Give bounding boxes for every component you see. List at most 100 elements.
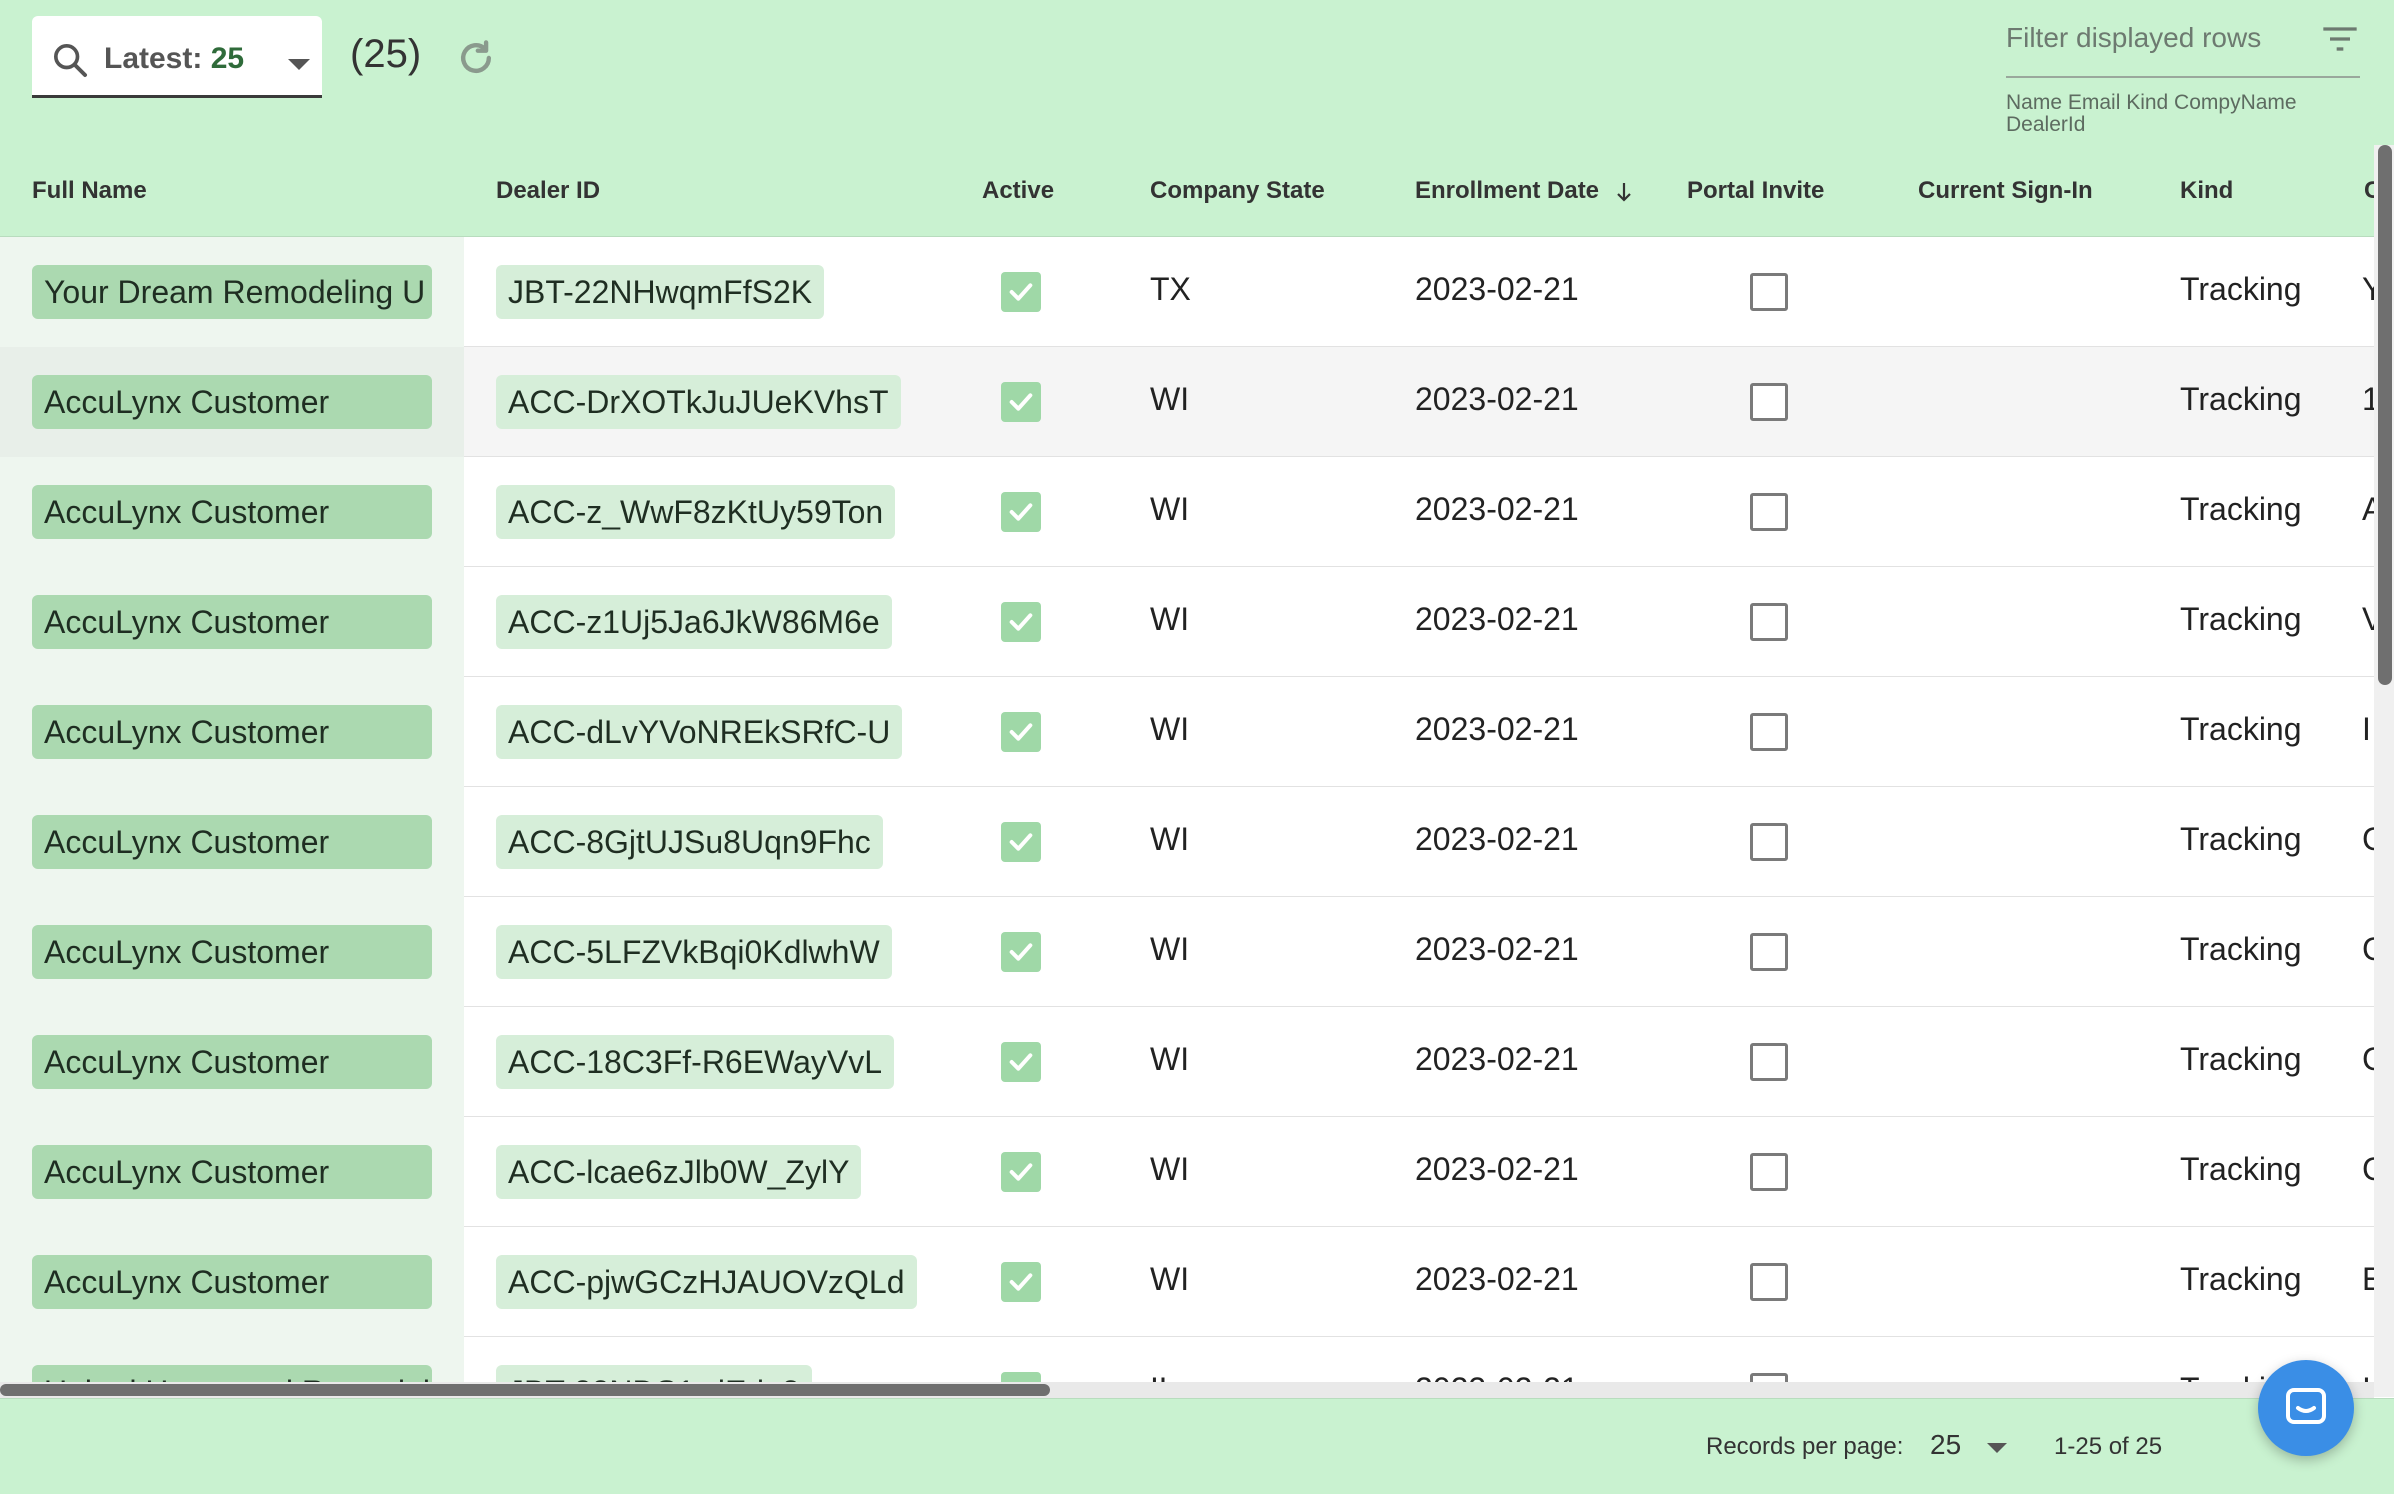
col-portal-invite[interactable]: Portal Invite [1687, 177, 1824, 205]
active-checkbox [1001, 932, 1041, 972]
col-current-sign-in[interactable]: Current Sign-In [1918, 177, 2093, 205]
portal-invite-checkbox[interactable] [1750, 603, 1788, 641]
chevron-down-icon[interactable] [288, 59, 310, 70]
arrow-down-icon[interactable] [1614, 180, 1634, 204]
portal-invite-checkbox[interactable] [1750, 273, 1788, 311]
table-row[interactable]: AccuLynx Customer ACC-z_WwF8zKtUy59Ton WI 2… [0, 457, 2374, 567]
records-per-page-select[interactable]: 25 [1930, 1429, 1961, 1461]
dealer-id-chip[interactable]: ACC-dLvYVoNREkSRfC-U [496, 705, 903, 759]
dealer-id-chip[interactable]: ACC-18C3Ff-R6EWayVvL [496, 1035, 895, 1089]
filter-icon[interactable] [2320, 24, 2360, 54]
portal-invite-checkbox[interactable] [1750, 713, 1788, 751]
dealer-id-chip[interactable]: ACC-8GjtUJSu8Uqn9Fhc [496, 815, 883, 869]
latest-query-select[interactable]: Latest: 25 [32, 16, 322, 98]
dealer-id-chip[interactable]: ACC-lcae6zJlb0W_ZylY [496, 1145, 862, 1199]
dealer-id-chip[interactable]: ACC-pjwGCzHJAUOVzQLd [496, 1255, 917, 1309]
table-body: Your Dream Remodeling U JBT-22NHwqmFfS2K T… [0, 237, 2374, 1387]
next-column-cell: C [2362, 1151, 2374, 1187]
kind-cell: Tracking [2180, 1041, 2302, 1077]
active-checkbox [1001, 602, 1041, 642]
portal-invite-checkbox[interactable] [1750, 933, 1788, 971]
enrollment-date-cell: 2023-02-21 [1415, 1041, 1579, 1077]
full-name-chip[interactable]: AccuLynx Customer [32, 375, 432, 429]
page-range: 1-25 of 25 [2054, 1433, 2163, 1460]
chat-launcher-button[interactable] [2258, 1360, 2354, 1456]
active-checkbox [1001, 822, 1041, 862]
table-row[interactable]: AccuLynx Customer ACC-8GjtUJSu8Uqn9Fhc WI 2… [0, 787, 2374, 897]
filter-hint: Name Email Kind CompyName DealerId [2006, 91, 2297, 136]
kind-cell: Tracking [2180, 601, 2302, 637]
kind-cell: Tracking [2180, 711, 2302, 747]
portal-invite-checkbox[interactable] [1750, 493, 1788, 531]
portal-invite-checkbox[interactable] [1750, 1153, 1788, 1191]
search-icon[interactable] [50, 40, 90, 80]
table-row[interactable]: AccuLynx Customer ACC-dLvYVoNREkSRfC-U WI 2… [0, 677, 2374, 787]
enrollment-date-cell: 2023-02-21 [1415, 491, 1579, 527]
dealer-id-chip[interactable]: ACC-z1Uj5Ja6JkW86M6e [496, 595, 892, 649]
full-name-chip[interactable]: AccuLynx Customer [32, 485, 432, 539]
vertical-scrollbar-thumb[interactable] [2378, 145, 2392, 685]
checkmark-icon [1009, 1053, 1033, 1071]
full-name-chip[interactable]: AccuLynx Customer [32, 1035, 432, 1089]
col-company-state[interactable]: Company State [1150, 177, 1325, 205]
portal-invite-checkbox[interactable] [1750, 1263, 1788, 1301]
latest-prefix: Latest: [104, 42, 203, 75]
active-checkbox [1001, 272, 1041, 312]
table-row[interactable]: AccuLynx Customer ACC-5LFZVkBqi0KdlwhW WI 2… [0, 897, 2374, 1007]
kind-cell: Tracking [2180, 821, 2302, 857]
dealer-id-chip[interactable]: ACC-z_WwF8zKtUy59Ton [496, 485, 896, 539]
checkmark-icon [1009, 283, 1033, 301]
table-row[interactable]: AccuLynx Customer ACC-z1Uj5Ja6JkW86M6e WI 2… [0, 567, 2374, 677]
refresh-icon[interactable] [454, 36, 498, 80]
portal-invite-checkbox[interactable] [1750, 823, 1788, 861]
record-count: (25) [350, 32, 422, 76]
portal-invite-checkbox[interactable] [1750, 1043, 1788, 1081]
enrollment-date-cell: 2023-02-21 [1415, 271, 1579, 307]
full-name-chip[interactable]: AccuLynx Customer [32, 815, 432, 869]
vertical-scrollbar[interactable] [2374, 145, 2394, 1397]
chat-icon [2286, 1388, 2326, 1424]
next-column-cell: A [2362, 491, 2374, 527]
horizontal-scrollbar-thumb[interactable] [0, 1384, 1050, 1396]
full-name-chip[interactable]: AccuLynx Customer [32, 1145, 432, 1199]
next-column-cell: C [2362, 1041, 2374, 1077]
table-row[interactable]: United Home and RemodelingJBT-22NDS1wjEd… [0, 1337, 2374, 1387]
kind-cell: Tracking [2180, 1151, 2302, 1187]
col-enrollment-date[interactable]: Enrollment Date [1415, 177, 1634, 205]
kind-cell: Tracking [2180, 271, 2302, 307]
full-name-chip[interactable]: AccuLynx Customer [32, 595, 432, 649]
active-checkbox [1001, 382, 1041, 422]
col-dealer-id[interactable]: Dealer ID [496, 177, 600, 205]
table-row[interactable]: AccuLynx Customer ACC-pjwGCzHJAUOVzQLd WI 2… [0, 1227, 2374, 1337]
col-active[interactable]: Active [982, 177, 1054, 205]
col-kind[interactable]: Kind [2180, 177, 2233, 205]
kind-cell: Tracking [2180, 381, 2302, 417]
col-enrollment-date-label: Enrollment Date [1415, 177, 1600, 204]
kind-cell: Tracking [2180, 491, 2302, 527]
table-row[interactable]: AccuLynx Customer ACC-DrXOTkJuJUeKVhsT WI 2… [0, 347, 2374, 457]
next-column-cell: I [2362, 711, 2371, 747]
checkmark-icon [1009, 1273, 1033, 1291]
full-name-chip[interactable]: Your Dream Remodeling U [32, 265, 432, 319]
checkmark-icon [1009, 943, 1033, 961]
table-row[interactable]: Your Dream Remodeling U JBT-22NHwqmFfS2K T… [0, 237, 2374, 347]
active-checkbox [1001, 712, 1041, 752]
dealer-id-chip[interactable]: ACC-DrXOTkJuJUeKVhsT [496, 375, 901, 429]
dealer-id-chip[interactable]: ACC-5LFZVkBqi0KdlwhW [496, 925, 892, 979]
enrollment-date-cell: 2023-02-21 [1415, 1261, 1579, 1297]
company-state-cell: WI [1150, 1151, 1190, 1187]
enrollment-date-cell: 2023-02-21 [1415, 711, 1579, 747]
full-name-chip[interactable]: AccuLynx Customer [32, 1255, 432, 1309]
col-full-name[interactable]: Full Name [32, 177, 147, 205]
full-name-chip[interactable]: AccuLynx Customer [32, 925, 432, 979]
table-row[interactable]: AccuLynx Customer ACC-lcae6zJlb0W_ZylY WI 2… [0, 1117, 2374, 1227]
portal-invite-checkbox[interactable] [1750, 383, 1788, 421]
filter-rows-input[interactable]: Filter displayed rows [2006, 10, 2360, 78]
checkmark-icon [1009, 393, 1033, 411]
dealer-id-chip[interactable]: JBT-22NHwqmFfS2K [496, 265, 825, 319]
full-name-chip[interactable]: AccuLynx Customer [32, 705, 432, 759]
pagination-footer: Records per page: 25 1-25 of 25 [0, 1398, 2394, 1494]
table-row[interactable]: AccuLynx Customer ACC-18C3Ff-R6EWayVvL WI 2… [0, 1007, 2374, 1117]
chevron-down-icon[interactable] [1987, 1443, 2007, 1453]
horizontal-scrollbar[interactable] [0, 1382, 2374, 1398]
